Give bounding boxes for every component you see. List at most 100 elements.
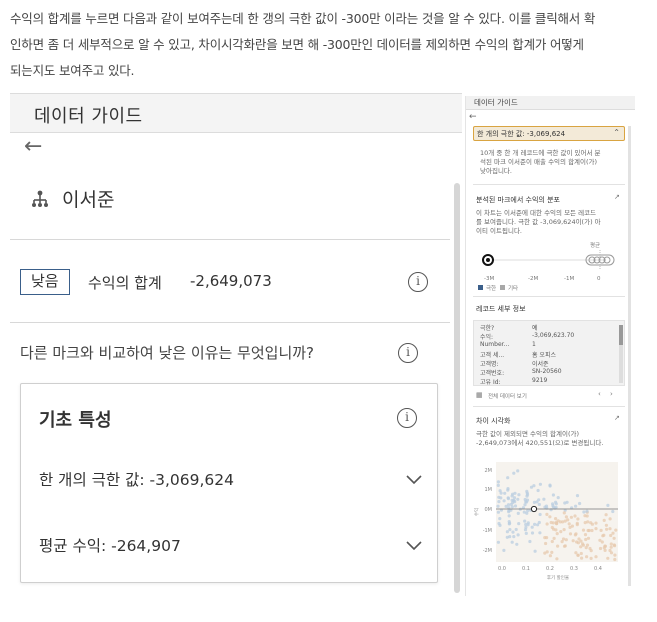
section-heading: 차이 시각화 (476, 417, 511, 425)
y-tick-label: 0M (485, 507, 493, 513)
chevron-right-icon[interactable]: › (610, 390, 613, 398)
record-details-table[interactable]: 극한? 예 수익: -3,069,623.70 Number... 1 고객 세...… (473, 320, 625, 386)
scatter-point (510, 498, 514, 502)
scatter-point (585, 509, 589, 513)
y-tick-label: 2M (485, 468, 493, 474)
scatter-point (573, 533, 577, 537)
chevron-down-icon[interactable] (405, 536, 423, 554)
table-scroll-thumb[interactable] (619, 325, 623, 345)
axis-tick: -2M (528, 276, 539, 282)
scatter-point (613, 544, 617, 548)
scatter-point (582, 510, 586, 514)
x-tick-label: 0.4 (594, 566, 602, 572)
row-label: 한 개의 극한 값: -3,069,624 (39, 471, 234, 489)
scatter-point (532, 500, 536, 504)
open-icon[interactable]: ↗ (614, 193, 620, 201)
scatter-point (586, 520, 590, 524)
scatter-point (590, 522, 594, 526)
scatter-point (568, 532, 573, 536)
info-icon[interactable]: i (408, 272, 428, 292)
scatter-point (604, 523, 608, 527)
scatter-point (612, 536, 616, 540)
scatter-point (505, 530, 509, 534)
scatter-point (522, 510, 526, 514)
intro-paragraph: 수익의 합계를 누르면 다음과 같이 보여주는데 한 갱의 극한 값이 -300… (10, 6, 650, 84)
scatter-point (542, 497, 546, 501)
info-icon[interactable]: i (397, 408, 417, 428)
divider (10, 239, 450, 240)
scatter-point (533, 522, 537, 526)
record-row: 고객번호: SN-20560 (480, 368, 562, 377)
scatter-point (550, 539, 554, 544)
scatter-point (512, 496, 517, 500)
scatter-point (506, 487, 510, 491)
scatter-point (507, 509, 511, 513)
scatter-point (516, 469, 520, 473)
scatter-point (556, 519, 560, 523)
panel-scrollbar[interactable] (628, 126, 631, 586)
scatter-point (594, 555, 598, 559)
scatter-point (598, 546, 603, 551)
description-line: 극한 값이 제외되면 수익의 합계이(가) (476, 430, 580, 438)
scatter-point (506, 476, 510, 480)
scatter-point (564, 538, 568, 542)
scatter-point (598, 538, 602, 542)
chevron-down-icon[interactable] (405, 470, 423, 488)
expandable-row-extreme-value[interactable]: 한 개의 극한 값: -3,069,624 (39, 468, 422, 492)
legend-label: 기타 (508, 286, 519, 292)
chevron-left-icon[interactable]: ‹ (598, 390, 601, 398)
scatter-point (496, 510, 500, 514)
scatter-point (585, 555, 589, 559)
scatter-point (551, 493, 555, 497)
scatter-point (613, 557, 617, 562)
scatter-point (514, 527, 518, 532)
scatter-point (517, 522, 521, 526)
scatter-point (562, 544, 567, 548)
scatter-point (576, 517, 580, 521)
info-icon[interactable]: i (398, 343, 418, 363)
scatter-point (498, 523, 502, 527)
scatter-point (580, 556, 584, 560)
scatter-point (537, 502, 541, 507)
scatter-point (538, 531, 542, 535)
scatter-point (555, 532, 559, 536)
description-line: 이티 이트됩니다. (476, 227, 522, 235)
record-row: 고유 Id: 9219 (480, 377, 548, 386)
chevron-up-icon[interactable]: ⌃ (613, 128, 620, 137)
scatter-point (548, 554, 552, 558)
scatter-point (588, 546, 592, 551)
arrow-left-icon[interactable]: ← (469, 112, 477, 122)
scatter-point (549, 508, 553, 512)
scatter-point (552, 536, 556, 540)
extreme-value-dropdown[interactable]: 한 개의 극한 값: -3,069,624 ⌃ (473, 126, 625, 141)
panel-title: 데이터 가이드 (34, 106, 143, 127)
scatter-point (528, 539, 532, 544)
scatter-point (508, 535, 512, 539)
scatter-point (576, 553, 580, 557)
scatter-point (562, 511, 566, 515)
scatter-point (606, 556, 610, 560)
scatter-point (516, 497, 520, 501)
dropdown-label: 한 개의 극한 값: -3,069,624 (477, 130, 566, 138)
arrow-left-icon[interactable]: ← (24, 135, 48, 159)
scatter-point (577, 537, 581, 541)
intro-line-3: 되는지도 보여주고 있다. (10, 63, 135, 78)
open-icon[interactable]: ↗ (614, 414, 620, 422)
scatter-point (613, 553, 617, 557)
scatter-point (605, 527, 609, 531)
scatter-point (526, 509, 530, 513)
scatter-point (594, 521, 598, 525)
highlighted-mark (530, 505, 538, 513)
panel-scrollbar[interactable] (454, 183, 460, 593)
scatter-point (499, 491, 503, 495)
scatter-point (608, 517, 612, 521)
scatter-point (545, 512, 549, 516)
scatter-point (516, 511, 520, 515)
scatter-point (609, 545, 613, 549)
expandable-row-average-profit[interactable]: 평균 수익: -264,907 (39, 534, 422, 558)
scatter-point (569, 515, 573, 519)
scatter-point (606, 503, 610, 507)
description-line: 석된 마크 이서준이 매출 수익의 합계이(가) (480, 158, 598, 166)
row-label: 평균 수익: -264,907 (39, 537, 181, 555)
view-all-data-link[interactable]: 전체 데이터 보기 (488, 392, 527, 400)
